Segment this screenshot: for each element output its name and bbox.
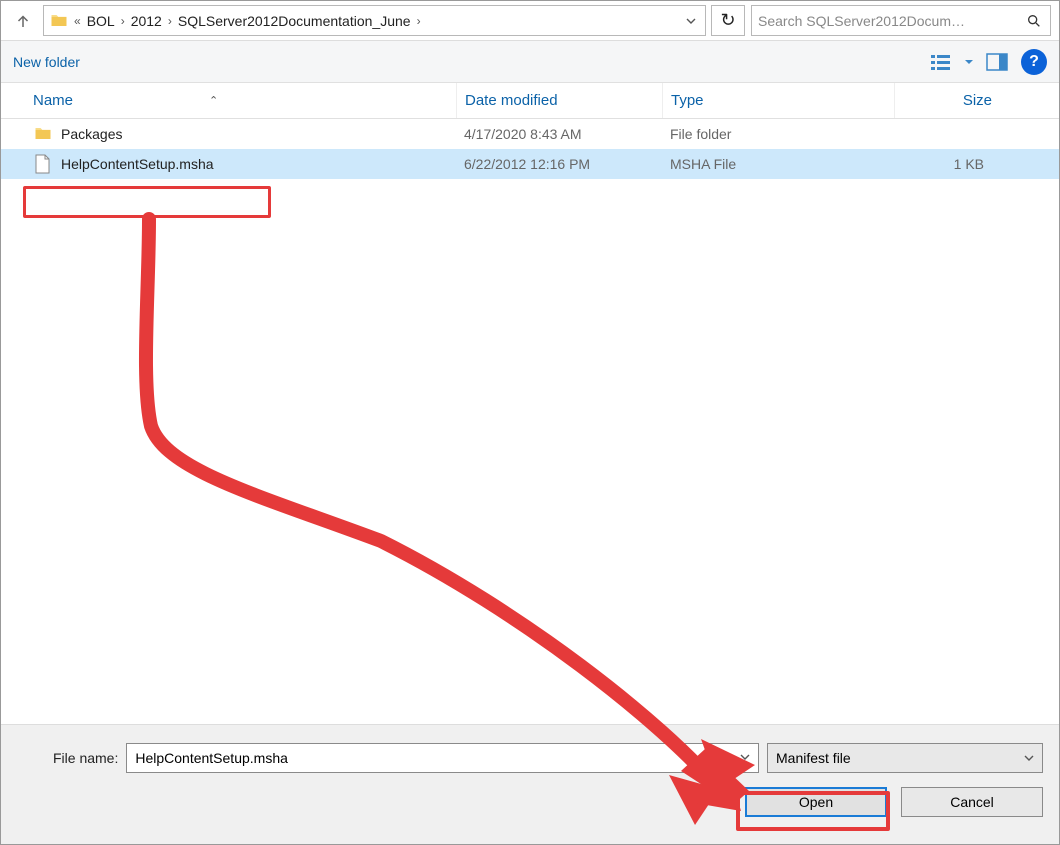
breadcrumb-dropdown[interactable] <box>681 16 701 26</box>
chevron-right-icon: › <box>166 14 174 28</box>
file-name: Packages <box>61 126 122 142</box>
filename-value: HelpContentSetup.msha <box>135 750 288 766</box>
sort-ascending-icon: ⌃ <box>209 94 218 107</box>
refresh-button[interactable]: ↻ <box>711 5 745 36</box>
preview-pane-button[interactable] <box>983 48 1011 76</box>
filename-input[interactable]: HelpContentSetup.msha <box>126 743 759 773</box>
filename-label: File name: <box>53 750 118 766</box>
cancel-button-label: Cancel <box>950 794 994 810</box>
chevron-down-icon <box>1024 750 1034 766</box>
file-date: 4/17/2020 8:43 AM <box>456 126 662 142</box>
chevron-left-icon: « <box>72 14 83 28</box>
new-folder-button[interactable]: New folder <box>13 54 80 70</box>
filetype-value: Manifest file <box>776 750 851 766</box>
column-size[interactable]: Size <box>963 92 992 109</box>
view-details-button[interactable] <box>927 48 955 76</box>
open-button[interactable]: Open <box>745 787 887 817</box>
chevron-right-icon: › <box>415 14 423 28</box>
column-type[interactable]: Type <box>671 92 704 109</box>
column-date[interactable]: Date modified <box>465 92 558 109</box>
filetype-select[interactable]: Manifest file <box>767 743 1043 773</box>
breadcrumb-seg[interactable]: SQLServer2012Documentation_June <box>174 11 415 31</box>
chevron-down-icon <box>740 751 750 765</box>
breadcrumb-seg[interactable]: 2012 <box>127 11 166 31</box>
annotation-highlight-filename <box>23 186 271 218</box>
file-type: MSHA File <box>662 156 894 172</box>
help-button[interactable]: ? <box>1021 49 1047 75</box>
table-row[interactable]: Packages 4/17/2020 8:43 AM File folder <box>1 119 1059 149</box>
search-input[interactable]: Search SQLServer2012Docum… <box>751 5 1051 36</box>
breadcrumb-seg[interactable]: BOL <box>83 11 119 31</box>
folder-icon <box>33 124 53 144</box>
folder-icon <box>48 10 70 32</box>
search-placeholder: Search SQLServer2012Docum… <box>758 13 1024 29</box>
cancel-button[interactable]: Cancel <box>901 787 1043 817</box>
up-button[interactable] <box>9 5 37 36</box>
column-name[interactable]: Name <box>33 92 73 109</box>
table-row[interactable]: HelpContentSetup.msha 6/22/2012 12:16 PM… <box>1 149 1059 179</box>
view-dropdown[interactable] <box>961 48 977 76</box>
search-icon <box>1024 13 1044 29</box>
file-type: File folder <box>662 126 894 142</box>
open-button-label: Open <box>799 794 833 810</box>
chevron-right-icon: › <box>119 14 127 28</box>
breadcrumb[interactable]: « BOL › 2012 › SQLServer2012Documentatio… <box>43 5 706 36</box>
file-name: HelpContentSetup.msha <box>61 156 214 172</box>
file-icon <box>33 154 53 174</box>
file-size: 1 KB <box>894 156 1000 172</box>
file-date: 6/22/2012 12:16 PM <box>456 156 662 172</box>
